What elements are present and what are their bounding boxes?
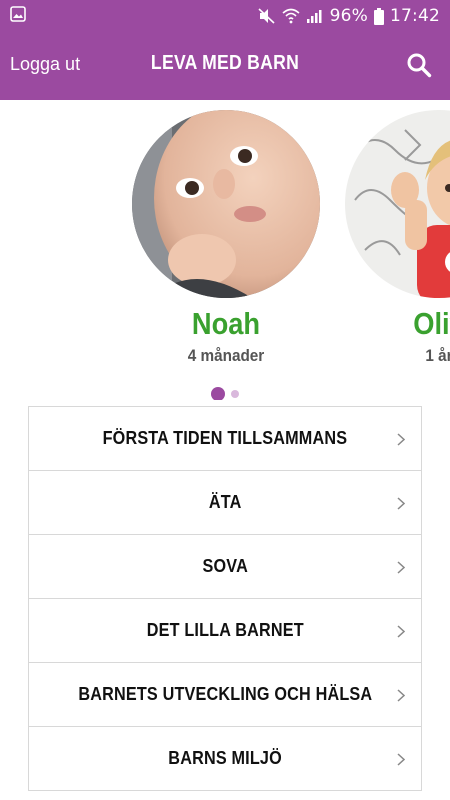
menu-item-label: ÄTA	[208, 492, 242, 512]
child-avatar	[345, 110, 450, 298]
menu-item-barns-miljo[interactable]: BARNS MILJÖ	[29, 727, 421, 791]
app-bar: Logga ut LEVA MED BARN	[0, 32, 450, 100]
chevron-right-icon	[397, 625, 405, 638]
menu-item-label: DET LILLA BARNET	[146, 620, 304, 640]
child-name: Oliv	[413, 306, 450, 341]
status-right: 96% 17:42	[258, 6, 440, 26]
carousel-page-indicator	[0, 387, 450, 400]
menu-item-label: SOVA	[202, 556, 248, 576]
page-dot-active	[211, 387, 225, 400]
child-card-olivia[interactable]: Oliv 1 år	[329, 110, 450, 366]
chevron-right-icon	[397, 433, 405, 446]
menu-item-label: FÖRSTA TIDEN TILLSAMMANS	[102, 428, 348, 448]
child-card-noah[interactable]: Noah 4 månader	[116, 110, 336, 366]
clock: 17:42	[390, 6, 440, 26]
chevron-right-icon	[397, 497, 405, 510]
topic-menu: FÖRSTA TIDEN TILLSAMMANS ÄTA SOVA DET LI…	[28, 406, 422, 791]
child-avatar	[132, 110, 320, 298]
child-age: 4 månader	[187, 346, 265, 365]
wifi-icon	[282, 8, 300, 24]
image-icon	[10, 5, 26, 27]
menu-item-forsta-tiden[interactable]: FÖRSTA TIDEN TILLSAMMANS	[29, 407, 421, 471]
signal-icon	[306, 8, 324, 24]
chevron-right-icon	[397, 753, 405, 766]
battery-icon	[374, 7, 384, 25]
child-carousel[interactable]: Noah 4 månader Oliv 1 år	[0, 100, 450, 400]
menu-item-label: BARNETS UTVECKLING OCH HÄLSA	[78, 684, 372, 704]
menu-item-det-lilla-barnet[interactable]: DET LILLA BARNET	[29, 599, 421, 663]
status-bar: 96% 17:42	[0, 0, 450, 32]
menu-item-sova[interactable]: SOVA	[29, 535, 421, 599]
status-left	[10, 5, 26, 27]
child-name: Noah	[191, 306, 261, 341]
child-age: 1 år	[425, 346, 450, 365]
menu-item-label: BARNS MILJÖ	[168, 748, 282, 768]
page-dot	[231, 390, 239, 398]
menu-item-barnets-utveckling[interactable]: BARNETS UTVECKLING OCH HÄLSA	[29, 663, 421, 727]
chevron-right-icon	[397, 689, 405, 702]
app-title: LEVA MED BARN	[150, 52, 300, 74]
menu-item-ata[interactable]: ÄTA	[29, 471, 421, 535]
mute-icon	[258, 8, 276, 24]
battery-percent: 96%	[329, 6, 368, 26]
search-icon[interactable]	[406, 52, 432, 78]
chevron-right-icon	[397, 561, 405, 574]
